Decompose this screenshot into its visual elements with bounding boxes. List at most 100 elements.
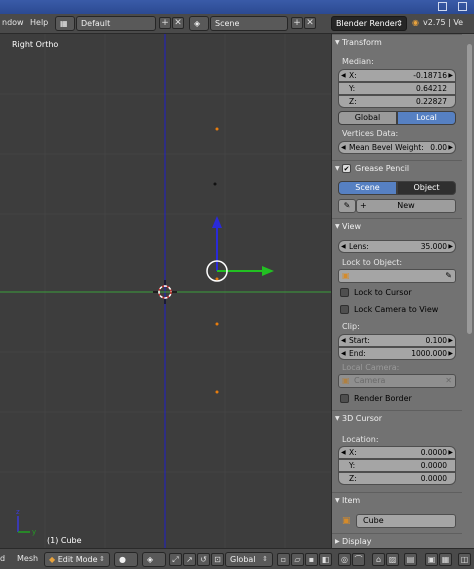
chevron-updown-icon: ⇕ [99,555,105,563]
render-icon[interactable]: ◫ [458,553,471,566]
window-menu[interactable]: ndow [2,18,24,27]
version-text: v2.75 | Ve [423,18,464,27]
occlude-geometry-icon[interactable]: ◧ [319,553,332,566]
z-arrow-icon [212,216,222,228]
clip-end-field[interactable]: ◀ End: 1000.000 ▶ [338,347,456,360]
falloff-icon[interactable]: ⌒ [352,553,365,566]
cursor-x-field[interactable]: ◀ X: 0.0000 ▶ [338,446,456,459]
viewport-canvas[interactable]: z y [0,34,331,548]
local-camera-field: ▣ Camera ✕ [338,374,456,388]
transform-panel-header[interactable]: ▼ Transform [332,34,462,50]
grease-pencil-panel-header[interactable]: ▼ ✔ Grease Pencil [332,160,462,176]
pivot-point-dropdown[interactable]: ◈ [142,552,166,567]
triangle-down-icon: ▼ [335,223,340,230]
median-z-value: 0.22827 [415,97,447,106]
view-menu[interactable]: d [0,554,5,563]
cube-icon: ▣ [342,516,351,526]
scene-icon: ◈ [194,19,201,28]
close-icon: ✕ [445,376,452,385]
display-panel-header[interactable]: ▶ Display [332,533,462,548]
mean-bevel-weight-field[interactable]: ◀ Mean Bevel Weight: 0.00 ▶ [338,141,456,154]
median-y-field[interactable]: Y: 0.64212 [338,82,456,95]
scene-value: Scene [215,19,240,28]
rotate-icon[interactable]: ↺ [197,553,210,566]
screen-layout-dropdown[interactable]: Default [76,16,156,31]
remove-layout-button[interactable]: ✕ [172,17,184,29]
vertex[interactable] [215,127,219,131]
lock-to-object-field[interactable]: ▣ ✎ [338,269,456,283]
eyedropper-icon[interactable]: ✎ [445,270,452,282]
vertex[interactable] [215,277,219,281]
scene-dropdown[interactable]: Scene [210,16,288,31]
median-y-value: 0.64212 [415,84,447,93]
chevron-updown-icon: ⇕ [262,555,268,563]
vertex-select-icon[interactable]: ▫ [277,553,290,566]
transform-orientation-dropdown[interactable]: Global ⇕ [225,552,273,567]
vertex[interactable] [215,322,219,326]
viewport-shading-dropdown[interactable]: ● [114,552,138,567]
cursor-z-field[interactable]: Z: 0.0000 [338,472,456,485]
screen-layout-value: Default [81,19,111,28]
item-name-field[interactable]: Cube [356,514,456,528]
snap-toggle-icon[interactable]: ⌂ [372,553,385,566]
lock-camera-to-view-checkbox[interactable] [340,305,349,314]
grease-pencil-checkbox[interactable]: ✔ [342,164,351,173]
vertex[interactable] [215,390,219,394]
lock-to-cursor-checkbox[interactable] [340,288,349,297]
plus-icon: + [161,18,169,28]
clip-start-key: Start: [349,336,370,345]
render-border-label: Render Border [354,394,412,403]
axis-gizmo-icon: z y [16,508,36,536]
snap-target-icon[interactable]: ▤ [404,553,417,566]
grease-pencil-object-tab[interactable]: Object [397,181,456,195]
manipulator-toggle-icon[interactable]: ⤢ [169,553,182,566]
opengl-render-icon[interactable]: ▣ [425,553,438,566]
edit-mode-icon: ◆ [49,555,56,564]
snap-element-icon[interactable]: ▨ [386,553,399,566]
global-space-tab[interactable]: Global [338,111,397,125]
median-x-field[interactable]: ◀ X: -0.18716 ▶ [338,69,456,82]
new-button-label: New [397,201,415,210]
pencil-icon: ✎ [343,201,351,210]
render-engine-dropdown[interactable]: Blender Render ⇕ [331,16,407,31]
properties-scrollbar[interactable] [467,44,472,334]
minimize-icon[interactable] [438,2,447,11]
local-space-tab[interactable]: Local [397,111,456,125]
cursor-y-value: 0.0000 [420,461,447,470]
scale-icon[interactable]: ⊡ [211,553,224,566]
clip-start-field[interactable]: ◀ Start: 0.100 ▶ [338,334,456,347]
mesh-menu[interactable]: Mesh [17,554,38,563]
grease-pencil-brush-button[interactable]: ✎ [338,199,356,213]
mode-dropdown[interactable]: ◆ Edit Mode ⇕ [44,552,110,567]
transform-manipulator[interactable] [206,216,274,282]
proportional-editing-icon[interactable]: ◎ [338,553,351,566]
3d-cursor-panel-header[interactable]: ▼ 3D Cursor [332,410,462,426]
render-border-checkbox[interactable] [340,394,349,403]
help-menu[interactable]: Help [30,18,48,27]
lens-field[interactable]: ◀ Lens: 35.000 ▶ [338,240,456,253]
grid-icon: ▦ [60,19,68,28]
remove-scene-button[interactable]: ✕ [304,17,316,29]
plus-icon: + [293,18,301,28]
grease-pencil-new-button[interactable]: + New [356,199,456,213]
opengl-anim-icon[interactable]: ▦ [439,553,452,566]
face-select-icon[interactable]: ▪ [305,553,318,566]
add-scene-button[interactable]: + [291,17,303,29]
translate-icon[interactable]: ↗ [183,553,196,566]
item-panel-header[interactable]: ▼ Item [332,492,462,508]
3d-viewport[interactable]: z y Right Ortho (1) Cube [0,34,331,548]
clip-start-value: 0.100 [425,336,447,345]
grease-pencil-scene-tab[interactable]: Scene [338,181,397,195]
maximize-icon[interactable] [458,2,467,11]
edge-select-icon[interactable]: ▱ [291,553,304,566]
vertex[interactable] [213,182,217,186]
display-header-label: Display [342,537,372,546]
cursor-y-field[interactable]: Y: 0.0000 [338,459,456,472]
orientation-value: Global [230,555,256,564]
screen-layout-icon-button[interactable]: ▦ [55,16,75,31]
close-icon: ✕ [174,18,182,28]
median-z-field[interactable]: Z: 0.22827 [338,95,456,108]
add-layout-button[interactable]: + [159,17,171,29]
view-panel-header[interactable]: ▼ View [332,218,462,234]
scene-icon-button[interactable]: ◈ [189,16,209,31]
